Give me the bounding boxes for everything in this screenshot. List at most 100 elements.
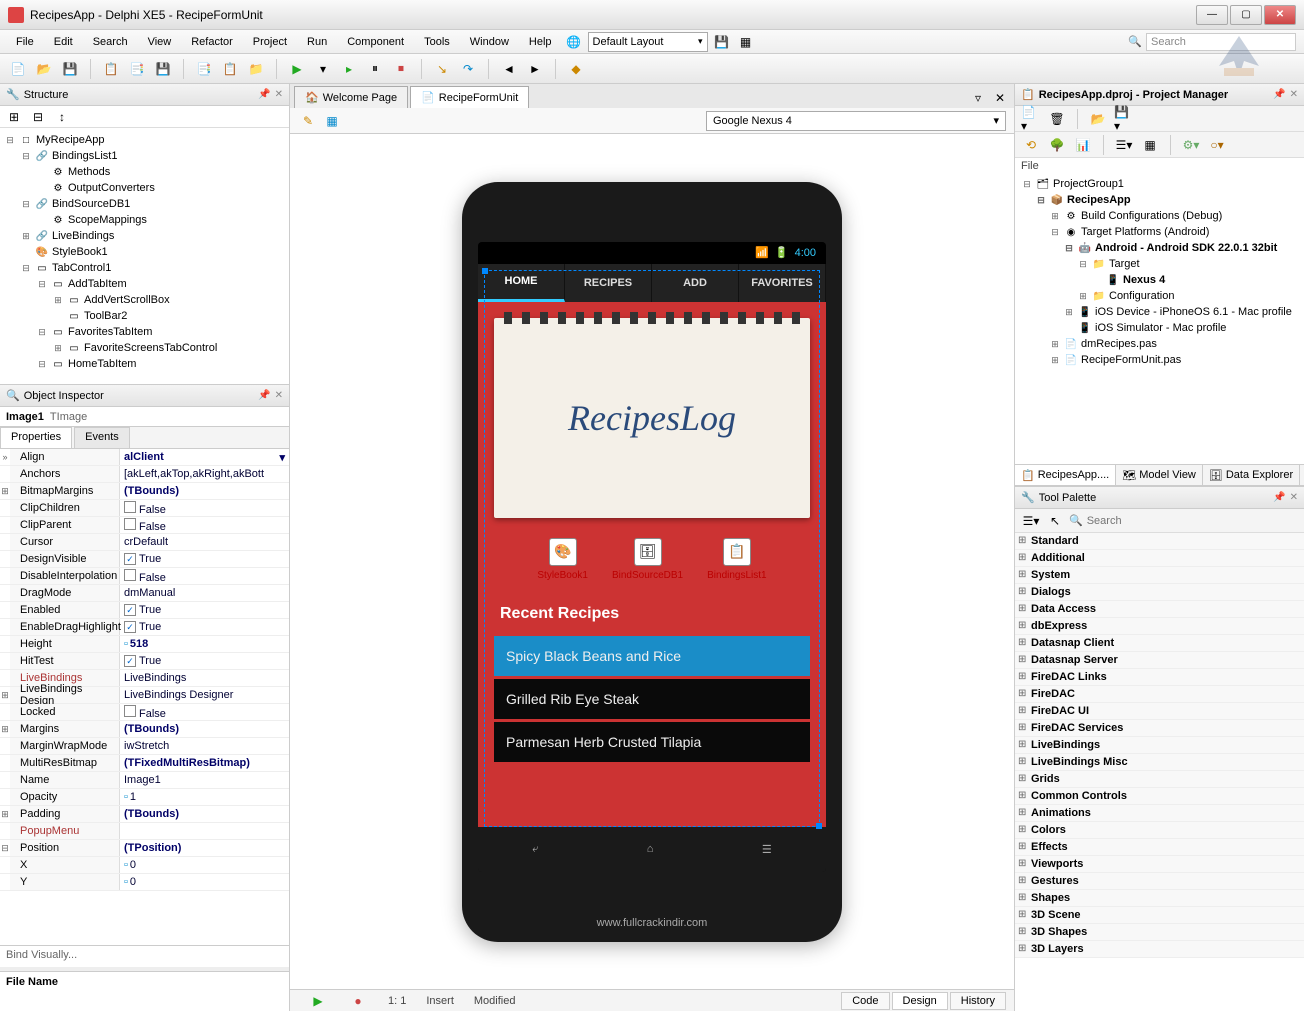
recipe-item[interactable]: Parmesan Herb Crusted Tilapia	[494, 722, 810, 762]
expand-icon[interactable]: ⊞	[52, 343, 64, 354]
expand-icon[interactable]: ⊞	[20, 231, 32, 242]
expand-icon[interactable]: ⊟	[20, 263, 32, 274]
tree-item[interactable]: 🎨StyleBook1	[0, 244, 289, 260]
palette-category[interactable]: 3D Shapes	[1015, 924, 1304, 941]
project-tree-item[interactable]: ⊟◉Target Platforms (Android)	[1015, 224, 1304, 240]
build-icon[interactable]: ⚙▾	[1181, 135, 1201, 155]
pin-icon[interactable]: 📌	[1273, 492, 1285, 503]
tree-item[interactable]: ⊞▭AddVertScrollBox	[0, 292, 289, 308]
recipe-item[interactable]: Grilled Rib Eye Steak	[494, 679, 810, 719]
menu-search[interactable]: Search	[85, 33, 136, 51]
save-all-icon[interactable]: 💾	[153, 59, 173, 79]
collapse-icon[interactable]: 📊	[1073, 135, 1093, 155]
tab-recipeform[interactable]: 📄 RecipeFormUnit	[410, 86, 529, 108]
layout-combo[interactable]: Default Layout	[588, 32, 708, 52]
palette-category[interactable]: FireDAC UI	[1015, 703, 1304, 720]
project-tree-item[interactable]: 📱iOS Simulator - Mac profile	[1015, 320, 1304, 336]
menu-project[interactable]: Project	[245, 33, 295, 51]
project-tree-item[interactable]: ⊞📄dmRecipes.pas	[1015, 336, 1304, 352]
prop-value[interactable]: (TBounds)	[120, 808, 289, 820]
pin-icon[interactable]: 📌	[258, 390, 270, 401]
property-row[interactable]: MultiResBitmap(TFixedMultiResBitmap)	[0, 755, 289, 772]
step-into-icon[interactable]: ↘	[432, 59, 452, 79]
prop-value[interactable]: ▫518	[120, 638, 289, 650]
stop-icon[interactable]: ⏹	[391, 59, 411, 79]
app-tab-home[interactable]: HOME	[478, 264, 565, 302]
prop-value[interactable]: dmManual	[120, 587, 289, 599]
project-tree-item[interactable]: ⊞⚙Build Configurations (Debug)	[1015, 208, 1304, 224]
prop-value[interactable]: False	[120, 705, 289, 720]
property-row[interactable]: CursorcrDefault	[0, 534, 289, 551]
tree-item[interactable]: ⊟▭TabControl1	[0, 260, 289, 276]
tree-item[interactable]: ⊟🔗BindingsList1	[0, 148, 289, 164]
palette-category[interactable]: System	[1015, 567, 1304, 584]
close-panel-icon[interactable]: ✕	[275, 390, 283, 401]
property-row[interactable]: Height▫518	[0, 636, 289, 653]
prop-value[interactable]: ▫0	[120, 876, 289, 888]
expand-icon[interactable]: ⊞	[1049, 339, 1061, 350]
edit-mode-icon[interactable]: ✎	[298, 111, 318, 131]
prop-value[interactable]: iwStretch	[120, 740, 289, 752]
back-icon[interactable]: ⤶	[532, 843, 538, 856]
tree-item[interactable]: ⊞▭FavoriteScreensTabControl	[0, 340, 289, 356]
palette-category[interactable]: Datasnap Client	[1015, 635, 1304, 652]
layout-icon[interactable]: ▦	[736, 32, 756, 52]
new-project-icon[interactable]: 📄▾	[1021, 109, 1041, 129]
project-tree-item[interactable]: ⊞📱iOS Device - iPhoneOS 6.1 - Mac profil…	[1015, 304, 1304, 320]
pin-icon[interactable]: 📌	[1273, 89, 1285, 100]
property-row[interactable]: Anchors[akLeft,akTop,akRight,akBott	[0, 466, 289, 483]
tab-events[interactable]: Events	[74, 427, 130, 448]
expand-icon[interactable]: ⊞	[52, 295, 64, 306]
tree-item[interactable]: ⊞🔗LiveBindings	[0, 228, 289, 244]
tab-project[interactable]: 📋RecipesApp....	[1015, 465, 1116, 485]
tab-nav-icon[interactable]: ▿	[968, 88, 988, 108]
device-selector[interactable]: Google Nexus 4	[706, 111, 1006, 131]
property-row[interactable]: ClipChildrenFalse	[0, 500, 289, 517]
palette-category[interactable]: 3D Layers	[1015, 941, 1304, 958]
minimize-button[interactable]: —	[1196, 5, 1228, 25]
prop-value[interactable]: ✓True	[120, 655, 289, 668]
prop-value[interactable]: ✓True	[120, 604, 289, 617]
tree-item[interactable]: ⚙ScopeMappings	[0, 212, 289, 228]
expand-icon[interactable]: ⊟	[36, 327, 48, 338]
expand-icon[interactable]: ⊟	[4, 135, 16, 146]
expand-icon[interactable]: ⊟	[1049, 227, 1061, 238]
menu-view[interactable]: View	[140, 33, 180, 51]
prop-value[interactable]: ✓True	[120, 621, 289, 634]
project-tree-item[interactable]: ⊟🤖Android - Android SDK 22.0.1 32bit	[1015, 240, 1304, 256]
run-marker-icon[interactable]: ▶	[308, 991, 328, 1011]
open-icon[interactable]: 📂	[34, 59, 54, 79]
remove-icon[interactable]: 🗑	[1047, 109, 1067, 129]
view-tab-history[interactable]: History	[950, 992, 1006, 1010]
property-row[interactable]: X▫0	[0, 857, 289, 874]
tree-item[interactable]: ▭ToolBar2	[0, 308, 289, 324]
logo-image[interactable]: RecipesLog	[494, 318, 810, 518]
open-icon[interactable]: 📂	[1088, 109, 1108, 129]
maximize-button[interactable]: ▢	[1230, 5, 1262, 25]
prop-value[interactable]: ✓True	[120, 553, 289, 566]
expand-icon[interactable]: ⊞	[1063, 307, 1075, 318]
property-row[interactable]: ⊞Padding(TBounds)	[0, 806, 289, 823]
search-input[interactable]: Search	[1146, 33, 1296, 51]
palette-category[interactable]: dbExpress	[1015, 618, 1304, 635]
property-row[interactable]: ⊞LiveBindings DesignLiveBindings Designe…	[0, 687, 289, 704]
tab-properties[interactable]: Properties	[0, 427, 72, 448]
project-tree-item[interactable]: ⊟📁Target	[1015, 256, 1304, 272]
project-tree-item[interactable]: ⊞📁Configuration	[1015, 288, 1304, 304]
prop-value[interactable]: ▫1	[120, 791, 289, 803]
property-row[interactable]: ⊟Position(TPosition)	[0, 840, 289, 857]
menu-window[interactable]: Window	[462, 33, 517, 51]
menu-component[interactable]: Component	[339, 33, 412, 51]
palette-category[interactable]: Colors	[1015, 822, 1304, 839]
prop-value[interactable]: LiveBindings Designer	[120, 689, 289, 701]
expand-icon[interactable]: ⊟	[1021, 179, 1033, 190]
globe-icon[interactable]: 🌐	[564, 32, 584, 52]
property-row[interactable]: ⊞Margins(TBounds)	[0, 721, 289, 738]
menu-refactor[interactable]: Refactor	[183, 33, 241, 51]
save-icon[interactable]: 💾▾	[1114, 109, 1134, 129]
expand-icon[interactable]: ⊟	[36, 279, 48, 290]
expand-icon[interactable]: ⊞	[4, 107, 24, 127]
property-row[interactable]: LockedFalse	[0, 704, 289, 721]
palette-category[interactable]: LiveBindings Misc	[1015, 754, 1304, 771]
back-icon[interactable]: ◄	[499, 59, 519, 79]
